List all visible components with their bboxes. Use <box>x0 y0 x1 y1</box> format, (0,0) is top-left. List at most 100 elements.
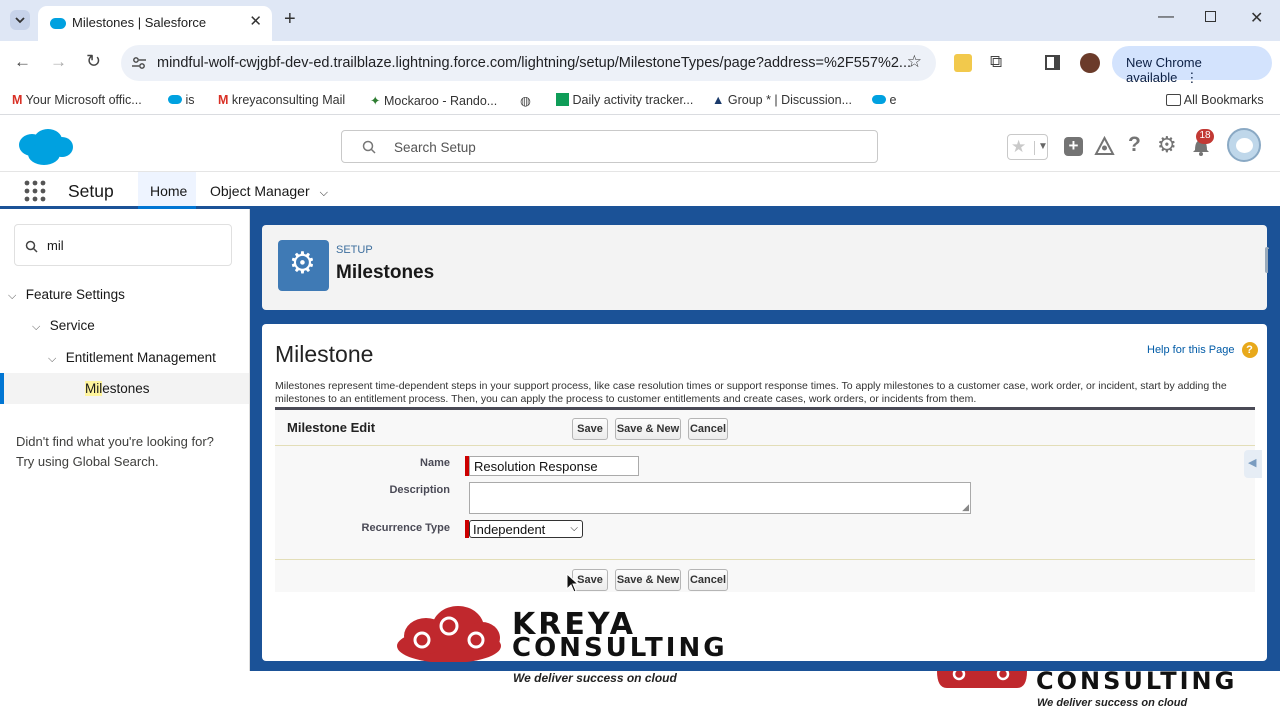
salesforce-icon <box>872 95 886 104</box>
search-placeholder: Search Setup <box>394 140 476 155</box>
tree-item-service[interactable]: ⌵ Service <box>32 318 95 334</box>
bookmark-item[interactable]: is <box>168 93 195 107</box>
resize-handle-icon[interactable]: ◢ <box>962 502 969 513</box>
bookmark-star-icon[interactable]: ☆ <box>907 52 922 72</box>
window-close-icon[interactable]: ✕ <box>1250 8 1263 28</box>
salesforce-favicon-icon <box>50 18 66 29</box>
not-found-line1: Didn't find what you're looking for? <box>16 434 214 449</box>
not-found-line2: Try using Global Search. <box>16 454 159 469</box>
chevron-left-icon: ◀ <box>1248 457 1257 469</box>
browser-toolbar: ← → ↻ mindful-wolf-cwjgbf-dev-ed.trailbl… <box>0 41 1280 85</box>
tree-item-feature-settings[interactable]: ⌵ Feature Settings <box>8 287 125 303</box>
save-button-top[interactable]: Save <box>572 418 608 440</box>
save-new-button-top[interactable]: Save & New <box>615 418 681 440</box>
minimize-icon[interactable]: — <box>1158 8 1174 26</box>
url-text: mindful-wolf-cwjgbf-dev-ed.trailblaze.li… <box>157 55 911 71</box>
globe-icon: ◍ <box>520 94 531 108</box>
bookmark-item[interactable]: ▲ Group * | Discussion... <box>712 93 852 107</box>
recurrence-type-select[interactable]: Independent ⌵ <box>469 520 583 538</box>
gear-icon[interactable]: ⚙ <box>1157 132 1177 158</box>
bookmark-label: Daily activity tracker... <box>572 93 694 107</box>
kreya-logo-icon <box>937 671 1027 688</box>
user-avatar[interactable] <box>1227 128 1261 162</box>
kreya-tagline: We deliver success on cloud <box>1037 697 1188 709</box>
page-description: Milestones represent time-dependent step… <box>275 380 1227 405</box>
mockaroo-icon: ✦ <box>370 94 381 108</box>
recurrence-type-label: Recurrence Type <box>361 522 450 534</box>
recurrence-type-value: Independent <box>473 522 546 537</box>
search-highlight: Mil <box>85 381 103 396</box>
forward-icon[interactable]: → <box>50 52 67 72</box>
new-tab-icon[interactable]: + <box>284 8 296 31</box>
chevron-down-icon[interactable]: ⌵ <box>320 187 328 199</box>
kreya-wordmark-line2: CONSULTING <box>512 633 728 663</box>
tab-home-label: Home <box>150 183 188 199</box>
tab-object-manager[interactable]: Object Manager ⌵ <box>210 183 328 200</box>
tree-label: Feature Settings <box>25 287 125 302</box>
scrollbar-track[interactable] <box>1268 249 1278 669</box>
profile-avatar[interactable] <box>1080 53 1100 73</box>
side-panel-icon[interactable] <box>1045 55 1060 70</box>
name-input[interactable]: Resolution Response <box>469 456 639 476</box>
app-launcher-icon[interactable] <box>24 180 46 202</box>
global-search-input[interactable]: Search Setup <box>341 130 878 163</box>
reload-icon[interactable]: ↻ <box>86 51 101 72</box>
description-textarea[interactable]: ◢ <box>469 482 971 514</box>
watermark-strip: We deliver success on cloud CONSULTING W… <box>0 667 1280 720</box>
trailhead-icon[interactable] <box>1094 136 1115 157</box>
salesforce-icon <box>168 95 182 104</box>
quick-find-value: mil <box>47 238 64 253</box>
sf-app-nav: Setup Home Object Manager ⌵ <box>0 172 1280 209</box>
chevron-down-icon[interactable]: ⌵ <box>8 290 22 303</box>
help-icon[interactable]: ? <box>1128 133 1141 157</box>
global-actions-icon[interactable]: + <box>1064 137 1083 156</box>
tab-title: Milestones | Salesforce <box>72 15 207 30</box>
bookmark-item[interactable]: M Your Microsoft offic... <box>12 93 142 107</box>
tree-item-milestones[interactable]: Milestones <box>0 373 249 404</box>
tree-item-entitlement-management[interactable]: ⌵ Entitlement Management <box>48 350 216 366</box>
tab-search-button[interactable] <box>10 10 30 30</box>
chevron-down-icon[interactable]: ⌵ <box>32 321 46 334</box>
browser-tab-strip: Milestones | Salesforce ✕ + — ✕ <box>0 0 1280 41</box>
restore-icon[interactable] <box>1205 11 1216 22</box>
salesforce-logo-icon[interactable] <box>16 127 74 167</box>
tree-label-rest: estones <box>102 381 150 396</box>
chevron-down-icon <box>15 17 25 24</box>
cancel-button-bottom[interactable]: Cancel <box>688 569 728 591</box>
site-settings-icon[interactable] <box>131 55 147 71</box>
kreya-wordmark-line2: CONSULTING <box>1036 667 1238 695</box>
setup-sidebar: mil ⌵ Feature Settings ⌵ Service ⌵ Entit… <box>0 209 250 720</box>
bookmark-item[interactable]: ✦ Mockaroo - Rando... <box>370 93 497 108</box>
folder-icon <box>1166 94 1181 106</box>
bookmark-item[interactable]: M kreyaconsulting Mail <box>218 93 345 107</box>
bookmark-label: Group * | Discussion... <box>727 93 852 107</box>
bookmark-label: Your Microsoft offic... <box>25 93 142 107</box>
chevron-down-icon[interactable]: ⌵ <box>48 353 62 366</box>
help-for-page-link[interactable]: Help for this Page ? <box>1147 342 1258 358</box>
tab-home[interactable]: Home <box>138 172 196 209</box>
bookmark-item[interactable]: Daily activity tracker... <box>556 93 693 107</box>
bookmark-label: kreyaconsulting Mail <box>231 93 346 107</box>
extension-icon[interactable] <box>954 54 972 72</box>
quick-find-input[interactable]: mil <box>14 224 232 266</box>
bookmark-item[interactable]: e <box>872 93 896 107</box>
extensions-puzzle-icon[interactable]: ⧉ <box>990 52 1002 72</box>
edit-block-title: Milestone Edit <box>287 420 376 435</box>
favorites-button[interactable]: ★ ▼ <box>1007 134 1048 160</box>
main-content: ⚙ SETUP Milestones Milestone Help for th… <box>250 209 1280 671</box>
help-icon: ? <box>1241 342 1258 358</box>
browser-tab-active[interactable]: Milestones | Salesforce ✕ <box>38 6 272 41</box>
setup-eyebrow: SETUP <box>336 244 373 256</box>
address-bar[interactable]: mindful-wolf-cwjgbf-dev-ed.trailblaze.li… <box>121 45 936 81</box>
new-chrome-available-button[interactable]: New Chrome available ⋮ <box>1112 46 1272 85</box>
side-collapse-handle[interactable]: ◀ <box>1244 450 1262 478</box>
bookmark-item[interactable]: ◍ <box>520 93 531 108</box>
all-bookmarks[interactable]: All Bookmarks <box>1166 93 1264 107</box>
tab-close-icon[interactable]: ✕ <box>249 12 262 30</box>
save-new-button-bottom[interactable]: Save & New <box>615 569 681 591</box>
divider <box>275 445 1255 446</box>
bookmark-label: Mockaroo - Rando... <box>383 94 498 108</box>
back-icon[interactable]: ← <box>14 52 31 72</box>
chevron-down-icon: ⌵ <box>570 523 578 534</box>
cancel-button-top[interactable]: Cancel <box>688 418 728 440</box>
